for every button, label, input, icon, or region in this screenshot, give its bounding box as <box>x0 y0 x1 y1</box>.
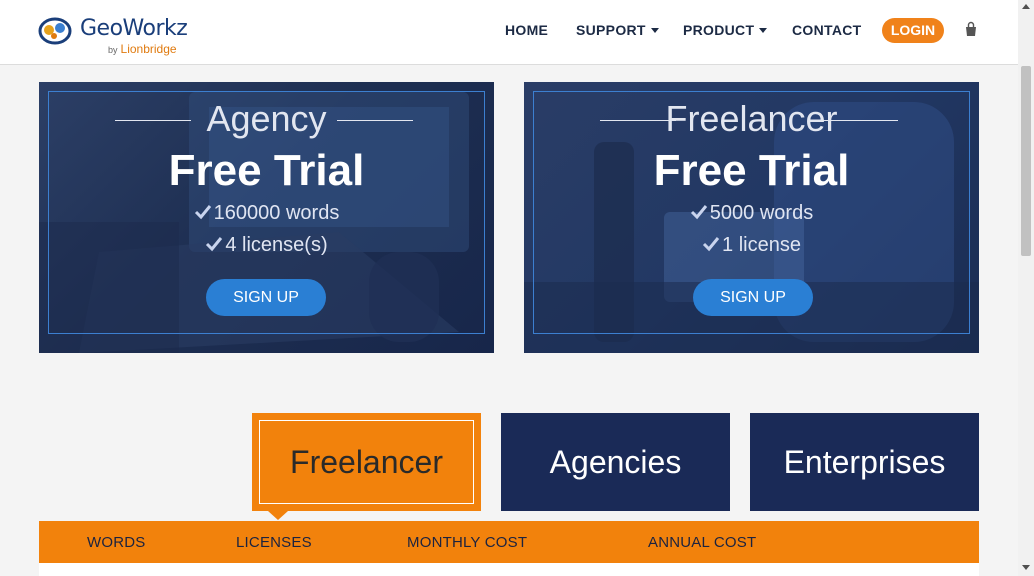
site-header: GeoWorkz by Lionbridge HOME SUPPORT PRODU… <box>0 0 1018 65</box>
card-feature-text: 5000 words <box>709 202 814 224</box>
card-feature-words: 5000 words <box>524 202 979 225</box>
freelancer-trial-card: Freelancer Free Trial 5000 words 1 licen… <box>524 82 979 353</box>
column-header-licenses[interactable]: LICENSES <box>236 534 312 551</box>
card-kind-title: Freelancer <box>665 98 838 139</box>
scroll-down-arrow-icon[interactable] <box>1022 565 1030 570</box>
scroll-up-arrow-icon[interactable] <box>1022 4 1030 9</box>
tab-enterprises[interactable]: Enterprises <box>750 413 979 511</box>
nav-product[interactable]: PRODUCT <box>683 22 768 38</box>
check-icon <box>206 237 223 252</box>
nav-product-label: PRODUCT <box>683 22 755 38</box>
nav-home-label: HOME <box>505 22 549 38</box>
active-tab-pointer <box>268 511 288 520</box>
column-header-annual-cost[interactable]: ANNUAL COST <box>648 534 756 551</box>
check-icon <box>702 237 720 252</box>
tab-enterprises-label: Enterprises <box>783 444 946 480</box>
table-row <box>39 563 979 576</box>
freelancer-signup-button[interactable]: SIGN UP <box>693 279 813 316</box>
logo-byline: by Lionbridge <box>108 42 177 56</box>
tab-agencies[interactable]: Agencies <box>501 413 730 511</box>
card-feature-words: 160000 words <box>39 202 494 225</box>
tab-agencies-label: Agencies <box>549 444 682 480</box>
shopping-bag-icon[interactable] <box>963 21 979 37</box>
nav-support[interactable]: SUPPORT <box>576 22 659 38</box>
column-header-monthly-cost[interactable]: MONTHLY COST <box>407 534 527 551</box>
column-header-words[interactable]: WORDS <box>87 534 146 551</box>
nav-contact[interactable]: CONTACT <box>792 22 862 38</box>
agency-trial-card: Agency Free Trial 160000 words 4 license… <box>39 82 494 353</box>
logo-globe-icon <box>38 17 72 45</box>
card-title: Free Trial <box>168 146 365 195</box>
chevron-down-icon <box>650 28 659 33</box>
logo-wordmark: GeoWorkz <box>80 16 188 41</box>
nav-contact-label: CONTACT <box>792 22 862 38</box>
card-kind-title: Agency <box>206 98 327 139</box>
card-feature-text: 160000 words <box>213 202 340 224</box>
card-feature-licenses: 4 license(s) <box>39 234 494 257</box>
card-title: Free Trial <box>653 146 850 195</box>
check-icon <box>690 205 707 220</box>
nav-home[interactable]: HOME <box>505 22 548 38</box>
scrollbar-thumb[interactable] <box>1021 66 1031 256</box>
chevron-down-icon <box>759 28 768 33</box>
pricing-table-header: WORDS LICENSES MONTHLY COST ANNUAL COST <box>39 521 979 563</box>
card-feature-licenses: 1 license <box>524 234 979 257</box>
tab-freelancer[interactable]: Freelancer <box>252 413 481 511</box>
nav-support-label: SUPPORT <box>576 22 646 38</box>
tab-freelancer-label: Freelancer <box>290 444 443 480</box>
login-button[interactable]: LOGIN <box>882 18 944 43</box>
logo-by-text: by <box>108 45 118 55</box>
card-feature-text: 4 license(s) <box>225 234 328 256</box>
card-feature-text: 1 license <box>722 234 801 256</box>
page-scrollbar[interactable] <box>1018 0 1034 576</box>
geoworkz-logo[interactable]: GeoWorkz by Lionbridge <box>38 12 198 58</box>
check-icon <box>194 205 211 220</box>
logo-brand-text: Lionbridge <box>120 42 177 56</box>
agency-signup-button[interactable]: SIGN UP <box>206 279 326 316</box>
